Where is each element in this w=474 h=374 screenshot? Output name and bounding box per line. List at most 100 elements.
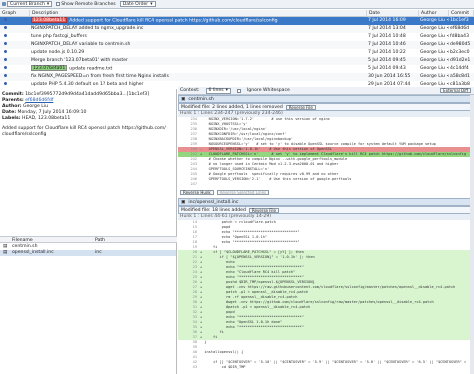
branch-filter[interactable]: Current Branch ▾ [2,1,53,7]
commit-value: 1bc1ef3995772d9d9d4a41dadd9d65bba3...[1b… [25,92,149,97]
diff-file-name: centmin.sh [188,96,214,102]
line-code: echo "*****************************" [200,240,300,244]
file-row[interactable]: ▤ openssl_install.inc inc [0,250,176,256]
commit-dot-icon [4,18,7,21]
line-code: GPERFTOOLS_SOURCEINSTALL='n' [200,167,270,171]
line-code: + echo "OpenSSL 1.0.1h done" [200,320,283,324]
ignore-whitespace-checkbox[interactable] [236,88,241,93]
history-row[interactable]: fix NGINX_PAGESPEED=n from fresh first t… [0,73,474,81]
line-code: # no longer used in Centmin Mod v1.2.3-e… [200,162,339,166]
show-remote-toggle[interactable]: Show Remote Branches [56,2,116,7]
col-description[interactable]: Description [30,10,367,17]
history-row[interactable]: 123.07beta01 update readme.txt 5 Jul 2014 … [0,65,474,73]
line-code: + echo "Cloudflare RC4 kill patch" [200,270,296,274]
file-icon: ▣ [181,96,186,102]
line-code: + rm -rf openssl__disable_rc4.patch [200,295,298,299]
diff-scrollbar[interactable] [470,95,474,374]
line-code: + echo "*****************************" [200,275,304,279]
graph-node [0,49,30,57]
reverse-selected-button[interactable]: Reverse Selected Lines [216,189,270,195]
line-code: if [[ "$CENTOSVER" = '5.10' || "$CENTOSV… [200,360,467,364]
commit-description: fix NGINX_PAGESPEED=n from fresh first t… [30,73,367,81]
col-author[interactable]: Author [419,10,449,17]
diff-line[interactable]: 43 cd $DIR_TMP [178,365,474,370]
col-commit[interactable]: Commit [449,10,474,17]
col-graph[interactable]: Graph [0,10,30,17]
col-date[interactable]: Date [367,10,419,17]
file-path: inc [95,250,102,255]
hunk-1-lines: 234 NGINX_VERSION='1.7.2' # use this ver… [178,117,474,187]
file-status-bar-centmin: Modified file: 2 lines added, 1 lines re… [178,103,474,111]
file-list-header: Filename Path [0,236,177,243]
branch-dropdown-label: Current Branch [10,1,45,7]
order-dropdown[interactable]: Date Order ▾ [119,1,156,7]
commit-date: 7 Jul 2014 10:46 [368,42,406,47]
commit-dot-icon [4,42,7,45]
description-text: fix NGINX_PAGESPEED=n from fresh first t… [31,74,169,79]
commit-commit: 4c14df4 [450,66,469,71]
file-icon: ▤ [3,250,8,255]
reverse-file-button[interactable]: Reverse File [248,207,279,213]
context-dropdown-value: 6 lines [208,88,224,93]
labels-value: HEAD, 123.08beta11 [22,116,71,121]
show-remote-checkbox[interactable] [56,2,61,6]
line-code: NGINXDIR='/usr/local/nginx' [200,127,268,131]
reverse-file-button[interactable]: Reverse File [285,104,316,110]
commit-commit: de980d5 [450,42,471,47]
changed-files-list: ▤ centmin.sh ▤ openssl_install.inc inc [0,243,177,374]
commit-date: 30 Jun 2014 16:55 [368,74,411,79]
history-row[interactable]: 123.08beta11 Added support for Cloudflare… [0,17,474,25]
reverse-hunk-button[interactable]: Reverse Hunk [180,189,214,195]
context-dropdown[interactable]: 6 lines ▾ [205,87,231,94]
history-row[interactable]: NGINXPATCH_DELAY added to ngmx_upgrade.i… [0,25,474,33]
commit-date: 7 Jul 2014 10:48 [368,34,406,39]
line-code: + echo "*****************************" [200,325,304,329]
commit-description: NGINXPATCH_DELAY variable to centmin.sh [30,41,367,49]
diff-file-status: Modified file: 18 lines added [181,207,246,213]
branch-dropdown[interactable]: Current Branch ▾ [7,1,53,7]
line-code: + echo "*****************************" [200,315,304,319]
history-row[interactable]: Merge branch '123.07beta01' with master 5… [0,57,474,65]
commit-message-line-2: cloudflare/sslconfig [2,132,47,137]
chevron-down-icon: ▾ [225,88,228,93]
line-code: GPERFTOOLS_VERSION='2.1' # Use this vers… [200,177,352,181]
commit-author: George Liu <eva20 [420,18,449,23]
history-row[interactable]: NGINXPATCH_DELAY variable to centmin.sh 7… [0,41,474,49]
external-diff-button[interactable]: External Diff [440,88,471,93]
diff-file-status: Modified file: 2 lines added, 1 lines re… [181,104,283,110]
order-filter[interactable]: Date Order ▾ [119,1,156,7]
line-code: - OPENSSL_VERSION='1.0.1h' # Use this ve… [200,147,332,151]
commit-commit: 1bc1ef3 [450,18,469,23]
file-status-bar-openssl: Modified file: 18 lines added Reverse Fi… [178,206,474,214]
diff-pane: ▣ centmin.sh Modified file: 2 lines adde… [178,95,474,374]
commit-history-list: 123.08beta11 Added support for Cloudflare… [0,17,474,89]
line-code: installopenssl() { [200,350,244,354]
graph-node [0,33,30,41]
commit-author: George Liu <eva20 [420,26,449,31]
commit-date: 7 Jul 2014 16:09 [368,18,406,23]
author-value: George Liu [23,104,48,109]
commit-dot-icon [4,82,7,85]
commit-dot-icon [4,26,7,29]
history-row[interactable]: update node.js 0.10.29 7 Jul 2014 10:22 Ge… [0,49,474,57]
history-row[interactable]: tune php fastcgi_buffers 7 Jul 2014 10:48… [0,33,474,41]
labels-label: Labels: [2,116,21,121]
file-icon: ▣ [181,199,186,205]
app-window: Current Branch ▾ Show Remote Branches Da… [0,0,474,374]
commit-dot-icon [4,74,7,77]
description-text: Merge branch '123.07beta01' with master [31,58,128,63]
line-code: NGINXCONFDIR='/usr/local/nginx/conf' [200,132,287,136]
graph-node [0,81,30,89]
commit-message-line-1: Added support for Cloudflare kill RC4 op… [2,126,166,131]
commit-commit: fd8ba43 [450,34,470,39]
commit-commit: a58c8d1 [450,74,470,79]
toolbar: Current Branch ▾ Show Remote Branches Da… [0,0,474,9]
branch-tag: 123.08beta11 [31,17,68,23]
commit-description: update node.js 0.10.29 [30,49,367,57]
line-number: 43 [192,365,197,369]
description-text: update node.js 0.10.29 [31,50,85,55]
line-code: patch < rcloudflare.patch [200,220,276,224]
parent-hash-link[interactable]: ef68d6d6fdf [25,98,53,103]
diff-line[interactable]: 247 [178,182,474,187]
commit-author: George Liu <eva20 [420,74,449,79]
